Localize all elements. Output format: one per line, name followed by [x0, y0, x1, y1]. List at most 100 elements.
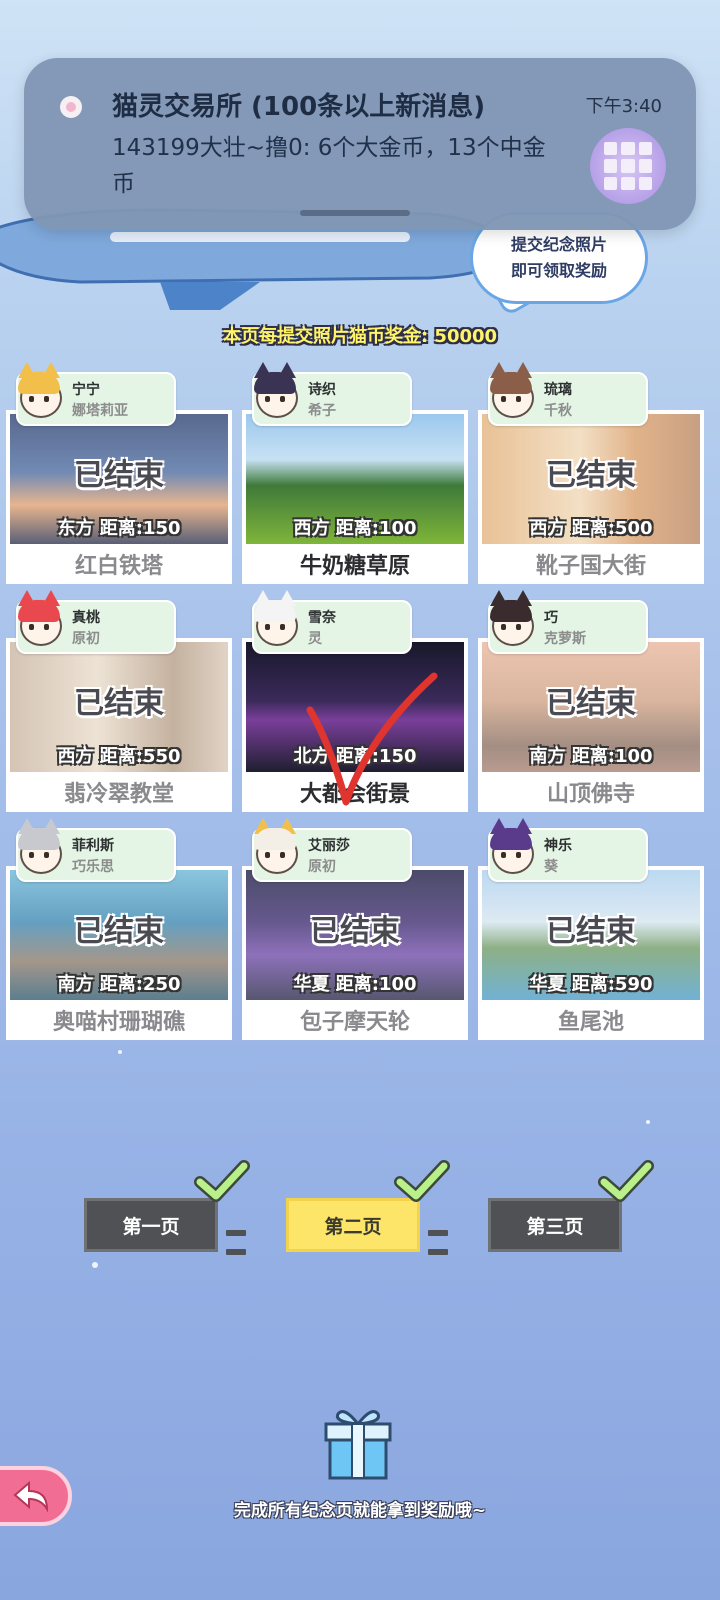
- hint-line-1: 提交纪念照片: [510, 235, 607, 254]
- character-name: 真桃: [72, 610, 100, 626]
- page-connector: [428, 1221, 490, 1255]
- character-tag: 诗织 希子: [252, 362, 412, 426]
- card-distance: 西方 距离:550: [57, 746, 181, 767]
- card-distance: 华夏 距离:590: [529, 974, 653, 995]
- character-subname: 千秋: [544, 403, 572, 419]
- card-distance: 西方 距离:100: [293, 518, 417, 539]
- character-name: 艾丽莎: [308, 838, 350, 854]
- character-subname: 娜塔莉亚: [72, 403, 128, 419]
- card-status: 已结束: [546, 914, 636, 949]
- gift-icon[interactable]: [322, 1404, 394, 1480]
- gift-hint-text: 完成所有纪念页就能拿到奖励哦~: [233, 1501, 487, 1521]
- checkmark-icon: [194, 1160, 250, 1202]
- card-status: 已结束: [74, 686, 164, 721]
- character-avatar: [248, 816, 302, 876]
- character-tag: 巧 克萝斯: [488, 590, 648, 654]
- app-icon: [60, 96, 82, 118]
- card-distance: 东方 距离:150: [57, 518, 181, 539]
- page-connector: [226, 1221, 288, 1255]
- character-tag: 神乐 葵: [488, 818, 648, 882]
- photo-card[interactable]: 已结束 南方 距离:250 奥喵村珊瑚礁 菲利斯 巧乐思: [6, 818, 232, 1040]
- character-name: 巧: [544, 610, 558, 626]
- notification-banner[interactable]: 猫灵交易所 (100条以上新消息) 下午3:40 143199大壮~撸0: 6个…: [24, 58, 696, 230]
- photo-card[interactable]: 已结束 东方 距离:150 红白铁塔 宁宁 娜塔莉亚: [6, 362, 232, 584]
- photo-card[interactable]: 已结束 西方 距离:500 靴子国大街 琉璃 千秋: [478, 362, 704, 584]
- character-avatar: [484, 588, 538, 648]
- card-location-name: 红白铁塔: [6, 544, 232, 584]
- sparkle: [92, 1262, 98, 1268]
- character-subname: 希子: [308, 403, 336, 419]
- character-avatar: [12, 816, 66, 876]
- back-arrow-icon: [13, 1480, 49, 1513]
- character-avatar: [484, 816, 538, 876]
- photo-card[interactable]: 北方 距离:150 大都会街景 雪奈 灵: [242, 590, 468, 812]
- card-location-name: 翡冷翠教堂: [6, 772, 232, 812]
- character-tag: 艾丽莎 原初: [252, 818, 412, 882]
- card-distance: 南方 距离:100: [529, 746, 653, 767]
- card-photo: 已结束 西方 距离:550: [6, 638, 232, 772]
- character-avatar: [248, 360, 302, 420]
- character-avatar: [12, 588, 66, 648]
- sparkle: [646, 1120, 650, 1124]
- notification-time: 下午3:40: [585, 96, 662, 117]
- photo-card[interactable]: 西方 距离:100 牛奶糖草原 诗织 希子: [242, 362, 468, 584]
- card-location-name: 包子摩天轮: [242, 1000, 468, 1040]
- character-name: 诗织: [308, 382, 336, 398]
- photo-card[interactable]: 已结束 华夏 距离:100 包子摩天轮 艾丽莎 原初: [242, 818, 468, 1040]
- notification-drag-handle[interactable]: [300, 210, 410, 216]
- page-button-3[interactable]: 第三页: [488, 1198, 622, 1252]
- card-location-name: 奥喵村珊瑚礁: [6, 1000, 232, 1040]
- notification-thumbnail: [590, 128, 666, 204]
- card-photo: 已结束 华夏 距离:590: [478, 866, 704, 1000]
- character-name: 神乐: [544, 838, 572, 854]
- character-name: 菲利斯: [72, 838, 114, 854]
- card-photo: 已结束 南方 距离:100: [478, 638, 704, 772]
- photo-card[interactable]: 已结束 西方 距离:550 翡冷翠教堂 真桃 原初: [6, 590, 232, 812]
- card-status: 已结束: [310, 914, 400, 949]
- character-subname: 葵: [544, 859, 558, 875]
- page-label: 第一页: [122, 1215, 180, 1238]
- character-avatar: [12, 360, 66, 420]
- card-photo: 已结束 西方 距离:500: [478, 410, 704, 544]
- card-distance: 北方 距离:150: [293, 746, 417, 767]
- character-subname: 灵: [308, 631, 322, 647]
- hint-line-2: 即可领取奖励: [510, 261, 607, 280]
- card-status: 已结束: [74, 458, 164, 493]
- character-subname: 巧乐思: [72, 859, 114, 875]
- card-distance: 西方 距离:500: [529, 518, 653, 539]
- character-subname: 原初: [72, 631, 100, 647]
- checkmark-icon: [598, 1160, 654, 1202]
- character-name: 雪奈: [308, 610, 336, 626]
- card-photo: 已结束 华夏 距离:100: [242, 866, 468, 1000]
- character-avatar: [248, 588, 302, 648]
- card-location-name: 大都会街景: [242, 772, 468, 812]
- card-location-name: 鱼尾池: [478, 1000, 704, 1040]
- character-name: 琉璃: [544, 382, 572, 398]
- character-subname: 克萝斯: [544, 631, 586, 647]
- photo-card[interactable]: 已结束 南方 距离:100 山顶佛寺 巧 克萝斯: [478, 590, 704, 812]
- card-location-name: 靴子国大街: [478, 544, 704, 584]
- character-tag: 雪奈 灵: [252, 590, 412, 654]
- card-photo: 西方 距离:100: [242, 410, 468, 544]
- card-location-name: 山顶佛寺: [478, 772, 704, 812]
- page-label: 第三页: [526, 1215, 584, 1238]
- back-button[interactable]: [0, 1466, 72, 1526]
- page-button-1[interactable]: 第一页: [84, 1198, 218, 1252]
- sparkle: [118, 1050, 122, 1054]
- photo-card[interactable]: 已结束 华夏 距离:590 鱼尾池 神乐 葵: [478, 818, 704, 1040]
- card-location-name: 牛奶糖草原: [242, 544, 468, 584]
- card-distance: 南方 距离:250: [57, 974, 181, 995]
- card-photo: 北方 距离:150: [242, 638, 468, 772]
- notification-title: 猫灵交易所 (100条以上新消息): [112, 92, 486, 122]
- character-avatar: [484, 360, 538, 420]
- card-distance: 华夏 距离:100: [293, 974, 417, 995]
- card-photo: 已结束 东方 距离:150: [6, 410, 232, 544]
- character-tag: 琉璃 千秋: [488, 362, 648, 426]
- card-status: 已结束: [74, 914, 164, 949]
- character-tag: 真桃 原初: [16, 590, 176, 654]
- card-status: 已结束: [546, 686, 636, 721]
- page-button-2[interactable]: 第二页: [286, 1198, 420, 1252]
- character-name: 宁宁: [72, 382, 100, 398]
- character-tag: 菲利斯 巧乐思: [16, 818, 176, 882]
- page-label: 第二页: [324, 1215, 382, 1238]
